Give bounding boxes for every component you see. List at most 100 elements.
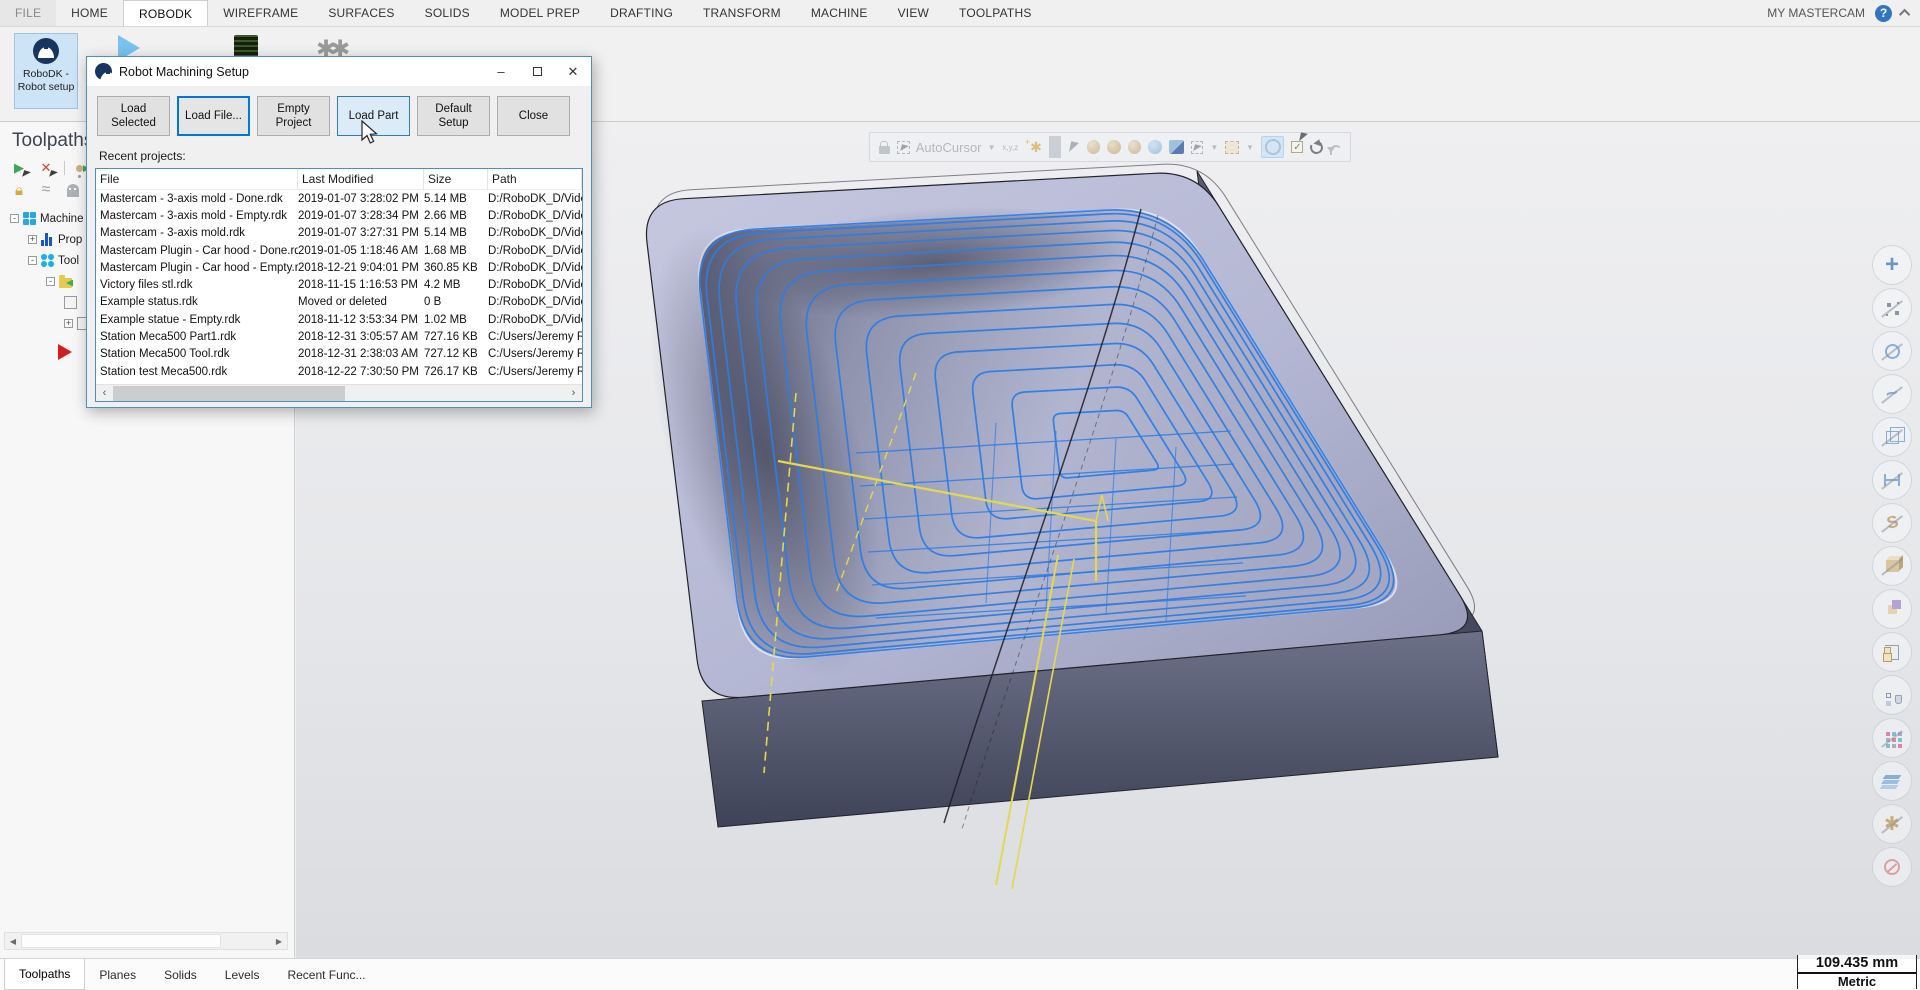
recent-project-row[interactable]: Example status.rdk Moved or deleted 0 B … — [96, 294, 582, 311]
select-body-icon[interactable] — [1128, 136, 1142, 158]
autocursor-icon[interactable] — [897, 136, 910, 158]
waves-icon[interactable]: ≈ — [37, 182, 55, 198]
dialog-button[interactable]: Load Selected — [97, 96, 170, 136]
ribbon-tab[interactable]: HOME — [56, 0, 123, 26]
close-button[interactable]: ✕ — [555, 57, 591, 86]
ribbon-tab[interactable]: DRAFTING — [595, 0, 688, 26]
scroll-thumb[interactable] — [113, 386, 345, 401]
ribbon-tab-bar: FILEHOMEROBODKWIREFRAMESURFACESSOLIDSMOD… — [0, 0, 1920, 27]
recent-projects-label: Recent projects: — [87, 144, 591, 168]
recent-project-row[interactable]: Mastercam - 3-axis mold - Empty.rdk 2019… — [96, 207, 582, 224]
ribbon-tab[interactable]: TRANSFORM — [688, 0, 796, 26]
column-header-size[interactable]: Size — [424, 169, 488, 189]
column-header-file[interactable]: File — [96, 169, 298, 189]
manager-tab[interactable]: Levels — [211, 959, 274, 990]
plus-icon[interactable]: + — [1872, 245, 1912, 285]
group-icon[interactable] — [1872, 632, 1912, 672]
recent-projects-list[interactable]: File Last Modified Size Path Mastercam -… — [95, 168, 583, 402]
block-icon[interactable] — [1872, 847, 1912, 887]
validate-select-icon[interactable]: ✓ — [1291, 136, 1303, 158]
mastercam-window: FILEHOMEROBODKWIREFRAMESURFACESSOLIDSMOD… — [0, 0, 1920, 990]
ribbon-tab[interactable]: WIREFRAME — [208, 0, 313, 26]
spline-icon[interactable]: ~ — [1872, 374, 1912, 414]
lock-icon[interactable] — [878, 136, 890, 158]
points-icon[interactable] — [1872, 288, 1912, 328]
scroll-thumb[interactable] — [21, 934, 221, 948]
ribbon-tab[interactable]: FILE — [0, 0, 56, 26]
select-arrow-icon[interactable] — [1068, 136, 1080, 158]
history-toggle-button[interactable] — [1261, 136, 1284, 158]
chevron-down-icon[interactable]: ▼ — [988, 136, 996, 158]
layers-icon[interactable] — [1872, 761, 1912, 801]
manager-tab[interactable]: Recent Func... — [273, 959, 379, 990]
select-face-icon[interactable] — [1107, 136, 1121, 158]
folder-icon — [59, 278, 72, 288]
manager-tab-bar: ToolpathsPlanesSolidsLevelsRecent Func..… — [0, 958, 1920, 990]
robodk-setup-button[interactable]: RoboDK -Robot setup — [14, 33, 78, 109]
ribbon-tab[interactable]: SURFACES — [313, 0, 409, 26]
regenerate-icon[interactable] — [1310, 136, 1323, 158]
manager-tab[interactable]: Planes — [85, 959, 150, 990]
recent-project-row[interactable]: Mastercam - 3-axis mold - Done.rdk 2019-… — [96, 190, 582, 207]
dialog-title: Robot Machining Setup — [119, 65, 249, 79]
dialog-titlebar[interactable]: Robot Machining Setup – ✕ — [87, 57, 591, 87]
ghost-icon[interactable] — [64, 182, 82, 198]
ribbon-tab[interactable]: SOLIDS — [410, 0, 485, 26]
manager-tab[interactable]: Solids — [150, 959, 211, 990]
panel-horizontal-scrollbar[interactable]: ◀ ▶ — [4, 932, 288, 950]
recent-project-row[interactable]: Station test Meca500.rdk 2018-12-22 7:30… — [96, 363, 582, 380]
chevron-down-icon[interactable]: ▼ — [1246, 136, 1254, 158]
recent-project-row[interactable]: Mastercam Plugin - Car hood - Empty.rdk … — [96, 259, 582, 276]
recent-project-row[interactable]: Victory files stl.rdk 2018-11-15 1:16:53… — [96, 276, 582, 293]
ribbon-tab[interactable]: MACHINE — [796, 0, 883, 26]
dialog-button[interactable]: Default Setup — [417, 96, 490, 136]
recent-project-row[interactable]: Mastercam Plugin - Car hood - Done.rdk 2… — [96, 242, 582, 259]
select-entity-icon[interactable] — [1087, 136, 1101, 158]
surface-icon[interactable]: S — [1872, 503, 1912, 543]
circle-icon[interactable] — [1872, 331, 1912, 371]
gear-icon[interactable]: ✱ — [1872, 804, 1912, 844]
minimize-button[interactable]: – — [483, 57, 519, 86]
select-mixed-icon[interactable] — [1169, 136, 1184, 158]
list-horizontal-scrollbar[interactable]: ‹ › — [96, 384, 582, 401]
color-grid-icon[interactable] — [1872, 718, 1912, 758]
recent-project-row[interactable]: Station Meca500 Tool.rdk 2018-12-31 2:38… — [96, 346, 582, 363]
undo-icon[interactable] — [1330, 136, 1342, 158]
ribbon-tab[interactable]: ROBODK — [123, 0, 208, 26]
solid-icon[interactable] — [1872, 546, 1912, 586]
xyz-entry-icon[interactable]: x,y,z — [1003, 136, 1018, 158]
select-all-icon[interactable]: ▶ — [10, 160, 28, 176]
lock-icon[interactable]: 🔒︎ — [10, 182, 28, 198]
ribbon-tab[interactable]: MODEL PREP — [485, 0, 595, 26]
ribbon-tab[interactable]: VIEW — [883, 0, 944, 26]
window-select-icon[interactable] — [1225, 136, 1239, 158]
list-header: File Last Modified Size Path — [96, 169, 582, 190]
wireframe-cube-icon[interactable] — [1872, 417, 1912, 457]
select-none-icon[interactable]: ✕ — [37, 160, 55, 176]
list-pin-icon[interactable] — [1872, 675, 1912, 715]
machine-group-icon — [23, 212, 36, 225]
collapse-ribbon-icon[interactable] — [1899, 9, 1910, 20]
recent-project-row[interactable]: Mastercam - 3-axis mold.rdk 2019-01-07 3… — [96, 225, 582, 242]
select-solid-icon[interactable] — [1148, 136, 1162, 158]
recent-project-row[interactable]: Example statue - Empty.rdk 2018-11-12 3:… — [96, 311, 582, 328]
gear-plus-icon[interactable]: +✱ — [1025, 136, 1042, 158]
dialog-button[interactable]: Close — [497, 96, 570, 136]
column-header-modified[interactable]: Last Modified — [298, 169, 424, 189]
column-header-path[interactable]: Path — [488, 169, 582, 189]
recent-project-row[interactable]: Station Meca500 Part1.rdk 2018-12-31 3:0… — [96, 328, 582, 345]
account-label[interactable]: MY MASTERCAM — [1767, 6, 1865, 20]
selection-bar: AutoCursor ▼ x,y,z +✱ ▼ ▼ ✓ — [869, 132, 1351, 162]
help-icon[interactable]: ? — [1875, 5, 1892, 22]
dimension-icon[interactable] — [1872, 460, 1912, 500]
ribbon-tab[interactable]: TOOLPATHS — [944, 0, 1046, 26]
insert-position-arrow[interactable] — [58, 344, 72, 360]
manager-tab[interactable]: Toolpaths — [4, 959, 85, 990]
dialog-button[interactable]: Empty Project — [257, 96, 330, 136]
maximize-button[interactable] — [519, 57, 555, 86]
dialog-button[interactable]: Load File... — [177, 96, 250, 136]
select-cursor-icon[interactable] — [1191, 136, 1204, 158]
chevron-down-icon[interactable]: ▼ — [1210, 136, 1218, 158]
plane-icon[interactable] — [1872, 589, 1912, 629]
quick-mask-toolbar: + ~ S ✱ — [1872, 245, 1914, 887]
